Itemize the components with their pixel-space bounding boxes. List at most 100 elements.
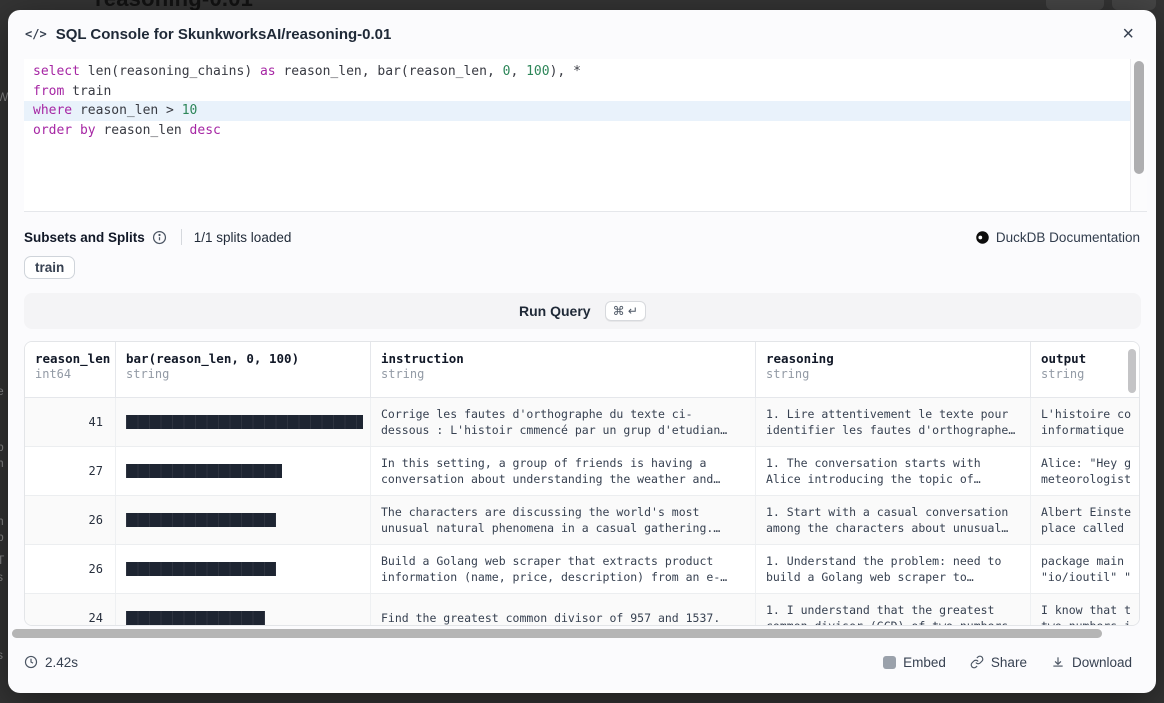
cell-output: Albert Einsteplace called: [1031, 496, 1140, 544]
column-name: instruction: [381, 351, 745, 366]
cell-text-line: I know that t: [1041, 602, 1131, 618]
cell-text-line: unusual natural phenomena in a casual ga…: [381, 520, 745, 536]
embed-icon: [883, 656, 896, 669]
cell-output: package main "io/ioutil" ": [1031, 545, 1140, 593]
bar-glyph: [126, 513, 276, 527]
background-text-fragment: h: [0, 514, 4, 528]
column-type: string: [1041, 367, 1131, 381]
column-name: reasoning: [766, 351, 1020, 366]
cell-reasoning: 1. Lire attentivement le texte pourident…: [756, 398, 1031, 446]
duckdb-documentation-link[interactable]: DuckDB Documentation: [975, 230, 1140, 245]
cell-bar: [116, 398, 371, 446]
column-header-bar: bar(reason_len, 0, 100)string: [116, 342, 371, 397]
bar-glyph: [126, 611, 265, 625]
cell-text-line: L'histoire co: [1041, 406, 1131, 422]
bar-glyph: [126, 464, 282, 478]
cell-text-line: common divisor (GCD) of two numbers: [766, 618, 1020, 626]
divider: [181, 229, 182, 245]
cell-text-line: Alice introducing the topic of…: [766, 471, 1020, 487]
cell-instruction: In this setting, a group of friends is h…: [371, 447, 756, 495]
column-type: int64: [35, 367, 105, 381]
close-icon[interactable]: ×: [1116, 24, 1140, 44]
cell-instruction: Corrige les fautes d'orthographe du text…: [371, 398, 756, 446]
background-text-fragment: h: [0, 456, 4, 470]
table-row: 27 In this setting, a group of friends is…: [25, 447, 1139, 496]
cell-text-line: package main: [1041, 553, 1131, 569]
cell-reasoning: 1. The conversation starts withAlice int…: [756, 447, 1031, 495]
cell-reason_len: 24: [25, 594, 116, 626]
bar-glyph: [126, 562, 276, 576]
background-text-fragment: b: [0, 440, 4, 454]
cell-text-line: In this setting, a group of friends is h…: [381, 455, 745, 471]
column-header-reason_len: reason_lenint64: [25, 342, 116, 397]
cell-output: Alice: "Hey gmeteorologist: [1031, 447, 1140, 495]
column-header-reasoning: reasoningstring: [756, 342, 1031, 397]
bar-glyph: [126, 415, 363, 429]
cell-text-line: "io/ioutil" ": [1041, 569, 1131, 585]
cell-text-line: 1. Understand the problem: need to: [766, 553, 1020, 569]
download-button[interactable]: Download: [1051, 655, 1132, 670]
cell-text-line: meteorologist: [1041, 471, 1131, 487]
cell-reasoning: 1. Start with a casual conversationamong…: [756, 496, 1031, 544]
cell-instruction: Build a Golang web scraper that extracts…: [371, 545, 756, 593]
background-button: [1046, 0, 1104, 10]
background-text-fragment: s: [0, 648, 3, 662]
cell-text-line: Build a Golang web scraper that extracts…: [381, 553, 745, 569]
cell-text-line: build a Golang web scraper to…: [766, 569, 1020, 585]
duckdb-logo-icon: [975, 230, 990, 245]
cell-reason_len: 26: [25, 496, 116, 544]
cell-reasoning: 1. Understand the problem: need tobuild …: [756, 545, 1031, 593]
cell-text-line: The characters are discussing the world'…: [381, 504, 745, 520]
sql-editor-lines[interactable]: select len(reasoning_chains) as reason_l…: [24, 59, 1130, 211]
modal-footer: 2.42s Embed Share Download: [24, 646, 1132, 678]
cell-text-line: Alice: "Hey g: [1041, 455, 1131, 471]
column-name: bar(reason_len, 0, 100): [126, 351, 360, 366]
share-link-icon: [970, 655, 984, 669]
run-query-button[interactable]: Run Query ⌘ ↵: [24, 293, 1141, 329]
embed-button[interactable]: Embed: [883, 655, 946, 670]
query-duration: 2.42s: [24, 655, 78, 670]
column-header-output: outputstring: [1031, 342, 1140, 397]
keyboard-shortcut-badge: ⌘ ↵: [605, 301, 646, 321]
split-pill-train[interactable]: train: [24, 256, 75, 279]
background-button: [1112, 0, 1156, 10]
editor-scrollbar[interactable]: [1130, 59, 1147, 211]
download-icon: [1051, 655, 1065, 669]
splits-loaded-status: 1/1 splits loaded: [194, 230, 292, 245]
cell-instruction: Find the greatest common divisor of 957 …: [371, 594, 756, 626]
modal-header: </> SQL Console for SkunkworksAI/reasoni…: [8, 10, 1156, 54]
table-row: 41Corrige les fautes d'orthographe du te…: [25, 398, 1139, 447]
editor-scrollbar-thumb[interactable]: [1134, 61, 1144, 174]
run-query-label: Run Query: [519, 303, 591, 319]
table-row: 24 Find the greatest common divisor of 95…: [25, 594, 1139, 626]
background-text-fragment: T: [0, 553, 4, 567]
sql-editor[interactable]: select len(reasoning_chains) as reason_l…: [24, 59, 1147, 212]
column-type: string: [381, 367, 745, 381]
cell-bar: [116, 496, 371, 544]
cell-text-line: 1. The conversation starts with: [766, 455, 1020, 471]
cell-reason_len: 27: [25, 447, 116, 495]
cell-text-line: place called: [1041, 520, 1131, 536]
cell-text-line: informatique: [1041, 422, 1131, 438]
table-body: 41Corrige les fautes d'orthographe du te…: [25, 398, 1139, 626]
column-name: reason_len: [35, 351, 105, 366]
subsets-label: Subsets and Splits: [24, 230, 145, 245]
cell-text-line: Albert Einste: [1041, 504, 1131, 520]
subsets-row: Subsets and Splits 1/1 splits loaded Duc…: [24, 226, 1140, 248]
cell-text-line: Find the greatest common divisor of 957 …: [381, 610, 745, 626]
cell-text-line: among the characters about unusual…: [766, 520, 1020, 536]
background-text-fragment: e: [0, 384, 4, 398]
column-type: string: [766, 367, 1020, 381]
cell-instruction: The characters are discussing the world'…: [371, 496, 756, 544]
table-vertical-scrollbar-thumb[interactable]: [1128, 349, 1136, 393]
horizontal-scrollbar-thumb[interactable]: [12, 629, 1102, 638]
share-button[interactable]: Share: [970, 655, 1027, 670]
results-table: reason_lenint64bar(reason_len, 0, 100)st…: [24, 341, 1140, 626]
cell-output: L'histoire coinformatique: [1031, 398, 1140, 446]
cell-bar: [116, 545, 371, 593]
cell-output: I know that ttwo numbers i: [1031, 594, 1140, 626]
cell-bar: [116, 447, 371, 495]
cell-text-line: dessous : L'histoir cmmencé par un grup …: [381, 422, 745, 438]
cell-text-line: 1. Start with a casual conversation: [766, 504, 1020, 520]
info-icon[interactable]: [152, 230, 167, 245]
